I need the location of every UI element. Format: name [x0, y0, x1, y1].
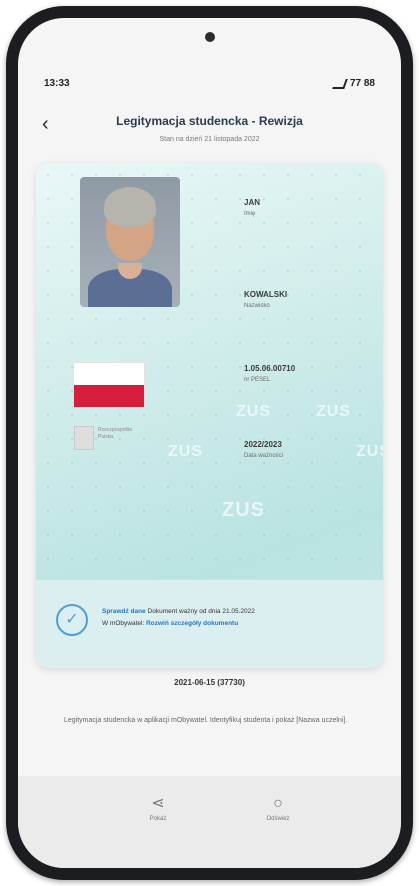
- hologram-mark: ZUS: [222, 499, 265, 521]
- first-name-field: JAN Imię: [244, 197, 260, 219]
- page-title: Legitymacja studencka - Rewizja: [116, 114, 303, 128]
- emblem-text: Rzeczpospolita Polska: [98, 427, 132, 440]
- verification-banner[interactable]: ✓ Sprawdź dane Dokument ważny od dnia 21…: [36, 579, 383, 668]
- holder-photo: [80, 177, 180, 307]
- last-name-field: KOWALSKI Nazwisko: [244, 289, 287, 311]
- front-camera: [204, 32, 215, 42]
- extra-value: 2022/2023: [244, 440, 282, 449]
- verification-text: Sprawdź dane Dokument ważny od dnia 21.0…: [102, 606, 367, 630]
- last-name-label: Nazwisko: [244, 303, 270, 309]
- id-card: Rzeczpospolita Polska JAN Imię KOWALSKI …: [36, 163, 383, 668]
- extra-label: Data ważności: [244, 453, 284, 459]
- id-number-value: 1.05.06.00710: [244, 364, 296, 373]
- id-number-field: 1.05.06.00710 nr PESEL: [244, 363, 295, 385]
- page-subtitle: Stan na dzień 21 listopada 2022: [159, 136, 260, 143]
- document-description: Legitymacja studencka w aplikacji mObywa…: [64, 717, 348, 724]
- hologram-mark: ZUS: [356, 443, 383, 460]
- photo-hair: [104, 187, 156, 227]
- hologram-mark: ZUS: [168, 443, 203, 460]
- first-name-value: JAN: [244, 198, 261, 207]
- status-right: 77 88: [332, 78, 375, 89]
- extra-field: 2022/2023 Data ważności: [244, 439, 283, 461]
- phone-frame: 13:33 77 88 ‹ Legitymacja studencka - Re…: [6, 6, 413, 880]
- last-name-value: KOWALSKI: [244, 290, 288, 299]
- hologram-mark: ZUS: [236, 403, 271, 420]
- app-header: ‹ Legitymacja studencka - Rewizja Stan n…: [18, 112, 401, 152]
- status-time: 13:33: [44, 78, 70, 89]
- battery-text: 77 88: [349, 78, 375, 89]
- nav-refresh-label: Odśwież: [266, 816, 290, 822]
- share-icon: ⋖: [151, 795, 165, 812]
- signal-icon: [332, 78, 348, 89]
- check-circle-icon: ✓: [56, 604, 88, 636]
- nav-refresh[interactable]: ○ Odśwież: [238, 794, 318, 822]
- status-bar: 13:33 77 88: [44, 78, 375, 92]
- verify-link[interactable]: Sprawdź dane: [102, 608, 146, 615]
- hologram-mark: ZUS: [316, 403, 351, 420]
- details-link[interactable]: Rozwiń szczegóły dokumentu: [146, 620, 238, 627]
- phone-screen: 13:33 77 88 ‹ Legitymacja studencka - Re…: [18, 18, 401, 868]
- nav-share-label: Pokaż: [149, 816, 167, 822]
- verify-text-2: W mObywatel:: [102, 620, 145, 627]
- nav-share[interactable]: ⋖ Pokaż: [118, 794, 198, 822]
- verify-text-1: Dokument ważny od dnia 21.05.2022: [147, 608, 255, 615]
- chevron-left-icon[interactable]: ‹: [42, 114, 49, 134]
- bottom-nav: ⋖ Pokaż ○ Odśwież: [18, 776, 401, 868]
- id-number-label: nr PESEL: [244, 377, 271, 383]
- refresh-icon: ○: [273, 795, 283, 812]
- first-name-label: Imię: [244, 211, 256, 217]
- emblem-icon: [74, 426, 94, 450]
- poland-flag-icon: [74, 363, 144, 407]
- document-code: 2021-06-15 (37730): [174, 678, 245, 687]
